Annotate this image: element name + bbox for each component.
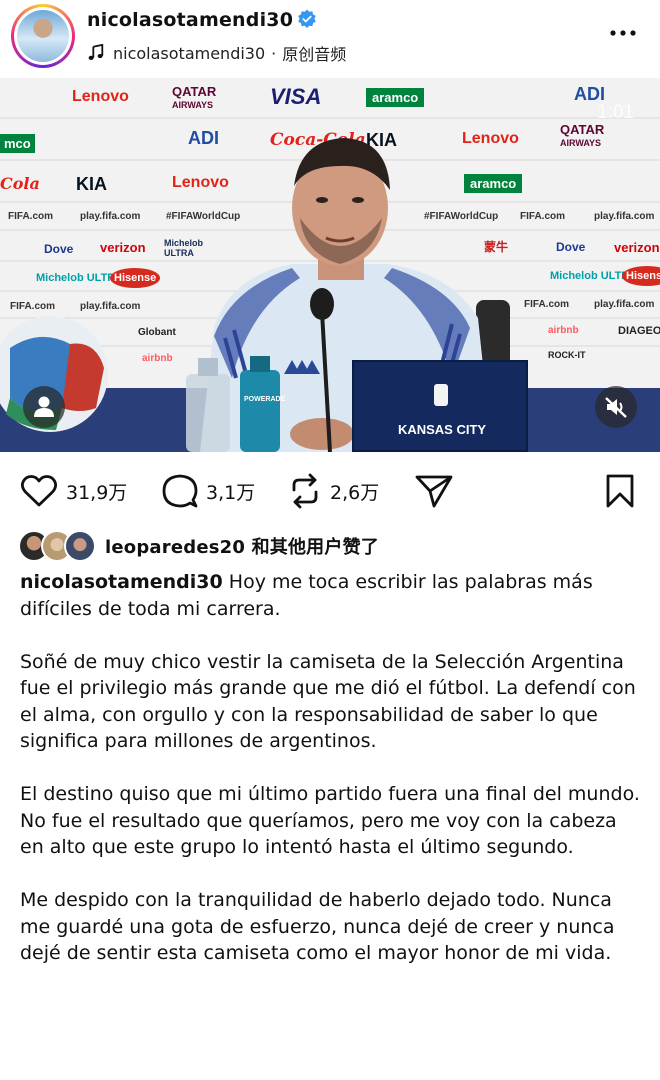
audio-label: 原创音频 [282,45,347,64]
video-timer: 1:01 [597,102,634,123]
likes-count[interactable]: 31,9万 [66,478,127,505]
caption: nicolasotamendi30 Hoy me toca escribir l… [20,569,644,993]
speaker [0,138,510,452]
audio-attribution[interactable]: nicolasotamendi30 · 原创音频 [87,41,346,65]
liked-by-text[interactable]: leoparedes20 和其他用户赞了 [105,533,379,559]
caption-paragraph: Soñé de muy chico vestir la camiseta de … [20,650,636,753]
music-note-icon [88,44,104,60]
repost-icon[interactable] [288,473,322,509]
nameplate: KANSAS CITY [352,360,528,452]
audio-separator: · [271,43,277,63]
avatar-image [17,10,69,62]
avatar[interactable] [11,4,75,68]
comment-icon[interactable] [162,473,198,509]
caption-paragraph: Me despido con la tranquilidad de haberl… [20,889,615,964]
bookmark-icon[interactable] [604,473,636,509]
nameplate-text: KANSAS CITY [397,422,487,437]
tagged-users-button[interactable] [23,386,65,428]
save-action[interactable] [604,466,636,516]
repost-action[interactable]: 2,6万 [288,466,379,516]
send-icon[interactable] [414,473,454,509]
caption-username[interactable]: nicolasotamendi30 [20,571,223,593]
audio-user: nicolasotamendi30 [113,43,266,63]
share-action[interactable] [414,466,454,516]
liked-by-row[interactable]: leoparedes20 和其他用户赞了 [18,530,379,562]
like-action[interactable]: 31,9万 [20,466,127,516]
post-header: nicolasotamendi30 nicolasotamendi30 · 原创… [0,0,660,78]
mute-button[interactable] [595,386,637,428]
action-bar: 31,9万 3,1万 2,6万 [0,466,660,516]
comments-count[interactable]: 3,1万 [206,478,255,505]
heart-icon[interactable] [20,474,58,508]
reposts-count[interactable]: 2,6万 [330,478,379,505]
speaker-muted-icon [605,397,627,418]
verified-badge-icon [298,9,316,28]
video-player[interactable]: Lenovo QATAR AIRWAYS VISA aramco ADI mco … [0,78,660,452]
world-cup-logo-icon [434,384,448,406]
bottle-label: POWERADE [244,396,286,403]
more-options-icon[interactable] [609,26,637,40]
username[interactable]: nicolasotamendi30 [87,9,293,31]
liker-avatar [64,530,96,562]
comment-action[interactable]: 3,1万 [162,466,255,516]
caption-first-paragraph: nicolasotamendi30 Hoy me toca escribir l… [20,569,644,622]
person-icon [34,396,54,417]
caption-paragraph: El destino quiso que mi último partido f… [20,783,640,858]
username-row[interactable]: nicolasotamendi30 [87,9,317,31]
